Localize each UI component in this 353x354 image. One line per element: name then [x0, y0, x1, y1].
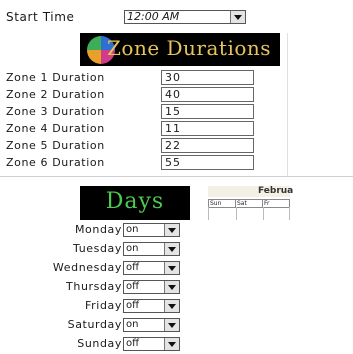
wednesday-select[interactable]: off: [123, 261, 180, 275]
zone-6-duration-input[interactable]: 55: [161, 155, 254, 170]
section-divider: [0, 176, 353, 177]
day-row-tuesday: Tuesday on: [0, 241, 190, 257]
calendar-header-cell: Fr: [264, 200, 270, 207]
zone-label: Zone 4 Duration: [6, 122, 105, 135]
day-row-sunday: Sunday off: [0, 336, 190, 352]
thursday-select[interactable]: off: [123, 280, 180, 294]
vertical-divider: [287, 33, 288, 176]
calendar-widget[interactable]: Februa Sun Sat Fr: [200, 186, 294, 220]
chevron-down-icon[interactable]: [164, 319, 179, 331]
day-row-wednesday: Wednesday off: [0, 260, 190, 276]
calendar-header-cell: Sun: [209, 200, 236, 207]
zone-4-duration-input[interactable]: 11: [161, 121, 254, 136]
day-value: off: [126, 338, 140, 349]
day-label: Wednesday: [52, 261, 122, 274]
day-label: Saturday: [67, 318, 122, 331]
monday-select[interactable]: on: [123, 223, 180, 237]
zone-label: Zone 5 Duration: [6, 139, 105, 152]
chevron-down-icon[interactable]: [164, 224, 179, 236]
day-value: on: [126, 243, 139, 254]
zone-label: Zone 3 Duration: [6, 105, 105, 118]
friday-select[interactable]: off: [123, 299, 180, 313]
calendar-month: Februa: [258, 186, 294, 196]
chevron-down-icon[interactable]: [164, 281, 179, 293]
day-value: on: [126, 224, 139, 235]
day-value: off: [126, 300, 140, 311]
chevron-down-icon[interactable]: [164, 338, 179, 350]
days-title: Days: [105, 189, 165, 214]
chevron-down-icon[interactable]: [230, 11, 245, 23]
zone-label: Zone 6 Duration: [6, 156, 105, 169]
day-value: off: [126, 281, 140, 292]
calendar-header-cell: Sat: [236, 200, 263, 207]
start-time-label: Start Time: [6, 10, 75, 24]
day-label: Monday: [74, 223, 122, 236]
day-label: Tuesday: [73, 242, 122, 255]
day-label: Thursday: [66, 280, 122, 293]
day-label: Friday: [85, 299, 122, 312]
zone-durations-title: Zone Durations: [107, 36, 272, 60]
day-row-saturday: Saturday on: [0, 317, 190, 333]
zone-label: Zone 2 Duration: [6, 88, 105, 101]
day-row-monday: Monday on: [0, 222, 190, 238]
days-banner: Days: [80, 186, 190, 220]
zone-durations-banner: Zone Durations: [80, 33, 280, 66]
start-time-select[interactable]: 12:00 AM: [124, 10, 246, 24]
chevron-down-icon[interactable]: [164, 262, 179, 274]
day-value: off: [126, 262, 140, 273]
zone-1-duration-input[interactable]: 30: [161, 70, 254, 85]
day-value: on: [126, 319, 139, 330]
zone-label: Zone 1 Duration: [6, 71, 105, 84]
start-time-value: 12:00 AM: [127, 10, 180, 23]
zone-2-duration-input[interactable]: 40: [161, 87, 254, 102]
saturday-select[interactable]: on: [123, 318, 180, 332]
tuesday-select[interactable]: on: [123, 242, 180, 256]
day-label: Sunday: [77, 337, 122, 350]
day-row-friday: Friday off: [0, 298, 190, 314]
chevron-down-icon[interactable]: [164, 243, 179, 255]
zone-5-duration-input[interactable]: 22: [161, 138, 254, 153]
zone-3-duration-input[interactable]: 15: [161, 104, 254, 119]
chevron-down-icon[interactable]: [164, 300, 179, 312]
calendar-grid[interactable]: [208, 207, 290, 220]
day-row-thursday: Thursday off: [0, 279, 190, 295]
sunday-select[interactable]: off: [123, 337, 180, 351]
